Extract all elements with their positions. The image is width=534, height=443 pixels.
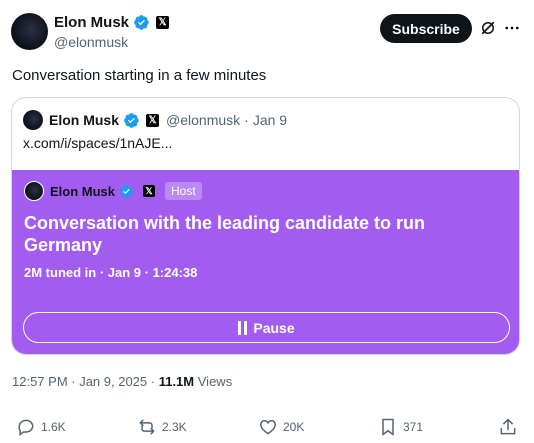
verified-badge-icon [134, 15, 149, 30]
grok-icon[interactable] [479, 19, 497, 37]
post-time[interactable]: 12:57 PM · Jan 9, 2025 · [12, 374, 159, 389]
action-bar: 1.6K 2.3K 20K 371 [0, 417, 534, 437]
quoted-post-date: Jan 9 [252, 112, 288, 128]
quoted-post-header: Elon Musk 𝕏 @elonmusk · Jan 9 [23, 110, 287, 130]
author-name-row: Elon Musk 𝕏 [54, 14, 170, 31]
pause-button[interactable]: Pause [23, 312, 510, 343]
space-card[interactable]: Elon Musk 𝕏 Host Conversation with the l… [12, 170, 519, 354]
space-host-row: Elon Musk 𝕏 Host [24, 181, 202, 201]
views-count: 11.1M [158, 374, 195, 389]
post-header: Elon Musk 𝕏 @elonmusk Subscribe [11, 13, 522, 53]
author-name[interactable]: Elon Musk [54, 14, 129, 31]
reply-icon [18, 419, 34, 436]
reply-count: 1.6K [41, 420, 66, 434]
bookmark-count: 371 [403, 420, 424, 434]
post-timestamp: 12:57 PM · Jan 9, 2025 · 11.1M Views [12, 374, 232, 389]
quoted-post[interactable]: Elon Musk 𝕏 @elonmusk · Jan 9 x.com/i/sp… [11, 97, 520, 355]
space-host-avatar [24, 181, 44, 201]
host-badge: Host [165, 182, 202, 200]
subscribe-button[interactable]: Subscribe [380, 14, 472, 43]
views-label: Views [197, 374, 233, 389]
quoted-author-handle: @elonmusk [166, 112, 241, 128]
post-text: Conversation starting in a few minutes [12, 67, 267, 84]
space-meta: 2M tuned in · Jan 9 · 1:24:38 [24, 265, 198, 280]
quoted-date-separator: · [244, 112, 249, 128]
like-button[interactable]: 20K [258, 417, 304, 437]
heart-icon [260, 419, 276, 435]
author-handle[interactable]: @elonmusk [54, 34, 128, 50]
x-affiliate-icon: 𝕏 [143, 185, 156, 197]
space-host-name: Elon Musk [50, 183, 116, 199]
verified-badge-icon [124, 112, 139, 128]
more-options-icon[interactable] [503, 19, 521, 37]
share-icon [500, 418, 516, 435]
quoted-post-link[interactable]: x.com/i/spaces/1nAJE... [23, 135, 172, 151]
quoted-author-name: Elon Musk [49, 112, 120, 128]
pause-label: Pause [253, 319, 295, 336]
like-count: 20K [283, 420, 305, 434]
repost-count: 2.3K [162, 420, 187, 434]
share-button[interactable] [498, 417, 518, 437]
reply-button[interactable]: 1.6K [16, 417, 66, 437]
author-avatar[interactable] [11, 13, 48, 50]
bookmark-icon [382, 418, 394, 436]
pause-icon [238, 320, 248, 335]
bookmark-button[interactable]: 371 [378, 417, 423, 437]
space-title: Conversation with the leading candidate … [24, 213, 426, 255]
verified-badge-icon [119, 184, 133, 198]
repost-icon [139, 419, 155, 435]
repost-button[interactable]: 2.3K [137, 417, 187, 437]
x-affiliate-icon: 𝕏 [146, 113, 160, 127]
x-affiliate-icon: 𝕏 [156, 16, 170, 29]
quoted-author-avatar [23, 110, 43, 130]
